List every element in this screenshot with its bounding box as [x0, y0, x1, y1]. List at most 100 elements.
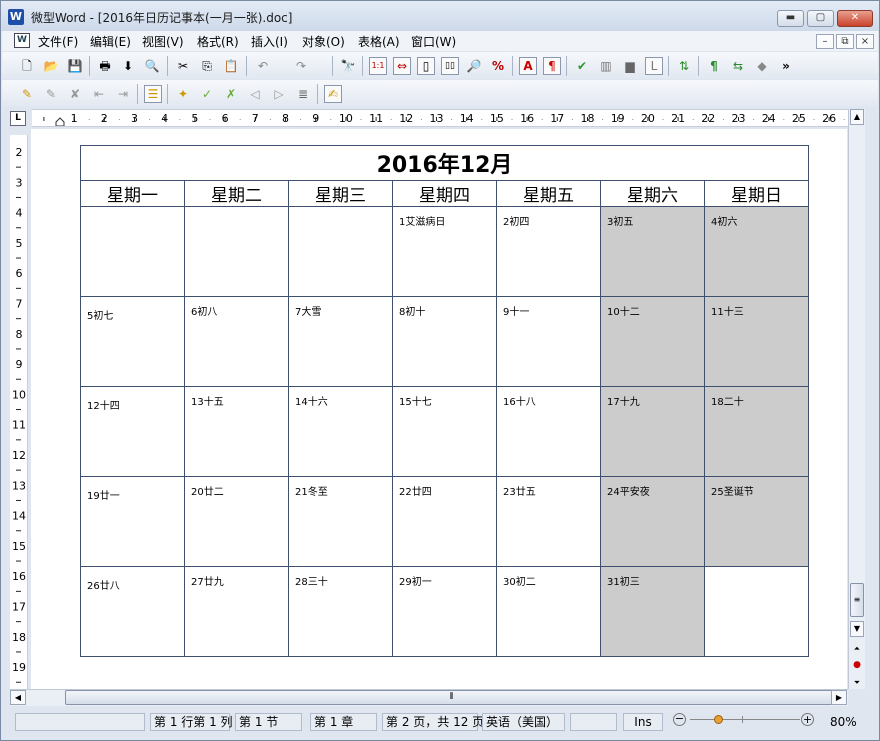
menu-table[interactable]: 表格(A): [358, 33, 400, 50]
calendar-day-cell[interactable]: 16十八: [496, 386, 601, 477]
insert-mode-indicator[interactable]: Ins: [623, 713, 663, 731]
close-button[interactable]: ✕: [837, 10, 873, 27]
calendar-day-cell[interactable]: 18二十: [704, 386, 809, 477]
text-box-icon[interactable]: L: [645, 57, 663, 75]
calendar-day-cell[interactable]: [288, 206, 393, 297]
accept-change-icon[interactable]: ✓: [198, 85, 216, 103]
object-icon[interactable]: ◆: [753, 57, 771, 75]
insert-comment-icon[interactable]: ✎: [18, 85, 36, 103]
horizontal-scroll-thumb[interactable]: ⦀: [65, 690, 838, 705]
edit-comment-icon[interactable]: ✎: [42, 85, 60, 103]
calendar-day-cell[interactable]: [704, 566, 809, 657]
scroll-left-arrow-icon[interactable]: ◀: [10, 690, 26, 705]
review-pane-icon[interactable]: ☰: [144, 85, 162, 103]
find-icon[interactable]: 🔭: [339, 57, 357, 75]
vertical-scrollbar[interactable]: ▲ ≡ ▼ ⏶ ● ⏷: [848, 109, 865, 689]
print-icon[interactable]: 🖶: [96, 57, 114, 75]
document-page[interactable]: 2016年12月 星期一 星期二 星期三 星期四 星期五 星期六 星期日 1艾滋病日 2初四 3…: [31, 129, 847, 689]
zoom-in-icon[interactable]: +: [801, 713, 814, 726]
tab-stop-selector[interactable]: L: [10, 111, 26, 126]
doc-minimize-button[interactable]: –: [816, 34, 834, 49]
actual-size-icon[interactable]: 1:1: [369, 57, 387, 75]
menu-insert[interactable]: 插入(I): [251, 33, 288, 50]
title-bar[interactable]: W 微型Word - [2016年日历记事本(一月一张).doc] ▬ ▢ ✕: [1, 1, 879, 31]
undo-icon[interactable]: ↶: [254, 57, 272, 75]
new-document-icon[interactable]: 🗋: [18, 57, 36, 75]
calendar-day-cell[interactable]: 9十一: [496, 296, 601, 387]
doc-close-button[interactable]: ×: [856, 34, 874, 49]
menu-edit[interactable]: 编辑(E): [90, 33, 131, 50]
calendar-day-cell[interactable]: 5初七: [80, 296, 185, 387]
scroll-right-arrow-icon[interactable]: ▶: [831, 690, 847, 705]
save-icon[interactable]: 💾: [66, 57, 84, 75]
calendar-day-cell[interactable]: 20廿二: [184, 476, 289, 567]
calendar-day-cell[interactable]: 31初三: [600, 566, 705, 657]
vertical-scroll-thumb[interactable]: ≡: [850, 583, 864, 617]
calendar-day-cell[interactable]: 21冬至: [288, 476, 393, 567]
calendar-day-cell[interactable]: 1艾滋病日: [392, 206, 497, 297]
menu-format[interactable]: 格式(R): [197, 33, 239, 50]
summary-icon[interactable]: ≣: [294, 85, 312, 103]
calendar-day-cell[interactable]: 10十二: [600, 296, 705, 387]
redo-icon[interactable]: ↷: [292, 57, 310, 75]
scroll-up-arrow-icon[interactable]: ▲: [850, 109, 864, 125]
one-page-icon[interactable]: ▯: [417, 57, 435, 75]
export-pdf-icon[interactable]: ⬇: [119, 57, 137, 75]
calendar-day-cell[interactable]: 11十三: [704, 296, 809, 387]
calendar-day-cell[interactable]: 8初十: [392, 296, 497, 387]
calendar-day-cell[interactable]: 24平安夜: [600, 476, 705, 567]
calendar-day-cell[interactable]: [184, 206, 289, 297]
horizontal-ruler[interactable]: 1 2 3 4 5 6 7 8 9 10 11 12 13 14 15 16 17 18 19 20 21 22 23 24 2…: [32, 109, 866, 127]
calendar-day-cell[interactable]: [80, 206, 185, 297]
calendar-day-cell[interactable]: 6初八: [184, 296, 289, 387]
calendar-day-cell[interactable]: 7大雪: [288, 296, 393, 387]
minimize-button[interactable]: ▬: [777, 10, 804, 27]
calendar-day-cell[interactable]: 17十九: [600, 386, 705, 477]
calendar-day-cell[interactable]: 25圣诞节: [704, 476, 809, 567]
delete-comment-icon[interactable]: ✘: [66, 85, 84, 103]
open-folder-icon[interactable]: 📂: [42, 57, 60, 75]
calendar-day-cell[interactable]: 23廿五: [496, 476, 601, 567]
next-comment-icon[interactable]: ⇥: [114, 85, 132, 103]
previous-comment-icon[interactable]: ⇤: [90, 85, 108, 103]
calendar-day-cell[interactable]: 12十四: [80, 386, 185, 477]
calendar-day-cell[interactable]: 2初四: [496, 206, 601, 297]
track-changes-icon[interactable]: ⇆: [729, 57, 747, 75]
zoom-percent-icon[interactable]: %: [489, 57, 507, 75]
browse-object-icon[interactable]: ●: [850, 658, 864, 673]
word-app-icon[interactable]: W: [8, 9, 24, 25]
previous-page-icon[interactable]: ⏶: [850, 641, 864, 656]
highlight-icon[interactable]: ✦: [174, 85, 192, 103]
page-width-icon[interactable]: ⇔: [393, 57, 411, 75]
menu-view[interactable]: 视图(V): [142, 33, 184, 50]
calendar-day-cell[interactable]: 28三十: [288, 566, 393, 657]
calendar-day-cell[interactable]: 26廿八: [80, 566, 185, 657]
previous-change-icon[interactable]: ◁: [246, 85, 264, 103]
font-color-icon[interactable]: A: [519, 57, 537, 75]
calendar-day-cell[interactable]: 13十五: [184, 386, 289, 477]
columns-icon[interactable]: ▥: [597, 57, 615, 75]
menu-file[interactable]: 文件(F): [38, 33, 78, 50]
document-menu-icon[interactable]: W: [14, 33, 30, 48]
next-change-icon[interactable]: ▷: [270, 85, 288, 103]
cut-icon[interactable]: ✂: [174, 57, 192, 75]
toolbar-overflow-icon[interactable]: »: [777, 57, 795, 75]
reject-change-icon[interactable]: ✗: [222, 85, 240, 103]
print-preview-icon[interactable]: 🔍: [143, 57, 161, 75]
vertical-ruler[interactable]: 2 3 4 5 6 7 8 9 10 11 12 13 14 15 16 17 18 19: [10, 135, 28, 689]
shading-icon[interactable]: ▆: [621, 57, 639, 75]
menu-object[interactable]: 对象(O): [302, 33, 345, 50]
zoom-icon[interactable]: 🔎: [465, 57, 483, 75]
calendar-day-cell[interactable]: 30初二: [496, 566, 601, 657]
calendar-day-cell[interactable]: 3初五: [600, 206, 705, 297]
status-language[interactable]: 英语（美国）: [482, 713, 565, 731]
calendar-day-cell[interactable]: 22廿四: [392, 476, 497, 567]
paste-icon[interactable]: 📋: [222, 57, 240, 75]
calendar-day-cell[interactable]: 14十六: [288, 386, 393, 477]
zoom-out-icon[interactable]: −: [673, 713, 686, 726]
spell-check-icon[interactable]: ✔: [573, 57, 591, 75]
calendar-day-cell[interactable]: 19廿一: [80, 476, 185, 567]
zoom-slider-track[interactable]: [690, 719, 800, 720]
menu-window[interactable]: 窗口(W): [411, 33, 456, 50]
zoom-level[interactable]: 80%: [830, 715, 857, 729]
